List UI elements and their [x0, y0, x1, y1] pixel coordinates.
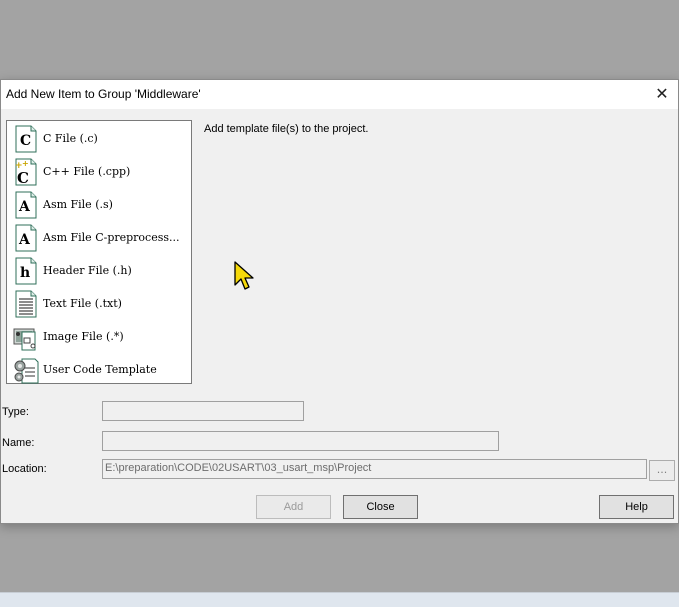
file-type-text[interactable]: Text File (.txt) [9, 288, 189, 320]
asm-preprocess-file-icon: A [15, 224, 37, 252]
file-type-asm-preprocess[interactable]: A Asm File C-preprocess... [9, 222, 189, 254]
dialog-description: Add template file(s) to the project. [204, 123, 369, 135]
text-file-icon [15, 290, 37, 318]
cpp-file-icon: + + C [15, 158, 37, 186]
mouse-cursor-icon [234, 261, 254, 290]
taskbar-strip [0, 592, 679, 607]
type-label: Type: [2, 406, 29, 418]
location-label: Location: [2, 463, 47, 475]
svg-text:A: A [18, 232, 31, 248]
asm-file-icon: A [15, 191, 37, 219]
file-type-label: User Code Template [43, 363, 157, 376]
file-type-label: C++ File (.cpp) [43, 165, 131, 178]
file-type-image[interactable]: Image File (.*) [9, 321, 189, 353]
user-code-template-icon [14, 358, 39, 384]
type-field[interactable] [102, 401, 304, 421]
file-type-asm[interactable]: A Asm File (.s) [9, 189, 189, 221]
location-field[interactable]: E:\preparation\CODE\02USART\03_usart_msp… [102, 459, 647, 479]
help-button[interactable]: Help [599, 495, 674, 519]
svg-text:C: C [17, 169, 29, 186]
header-file-icon: h [15, 257, 37, 285]
dialog-titlebar: Add New Item to Group 'Middleware' ✕ [1, 80, 678, 109]
dialog-title: Add New Item to Group 'Middleware' [6, 87, 201, 101]
file-type-label: Header File (.h) [43, 264, 132, 277]
file-type-c[interactable]: C C File (.c) [9, 123, 189, 155]
file-type-label: Asm File C-preprocess... [43, 231, 180, 244]
file-type-cpp[interactable]: + + C C++ File (.cpp) [9, 156, 189, 188]
svg-text:C: C [20, 133, 31, 149]
file-type-label: Text File (.txt) [43, 297, 122, 310]
name-label: Name: [2, 437, 35, 449]
close-icon[interactable]: ✕ [652, 84, 672, 104]
svg-text:h: h [20, 265, 30, 281]
svg-text:+: + [22, 159, 29, 168]
file-type-label: Image File (.*) [43, 330, 124, 343]
browse-button[interactable]: ... [649, 460, 675, 481]
c-file-icon: C [15, 125, 37, 153]
file-type-list[interactable]: C C File (.c) + + C C++ File (.cpp) A As… [6, 120, 192, 384]
file-type-label: Asm File (.s) [43, 198, 113, 211]
file-type-user-code-template[interactable]: User Code Template [9, 354, 189, 386]
close-button[interactable]: Close [343, 495, 418, 519]
file-type-header[interactable]: h Header File (.h) [9, 255, 189, 287]
svg-text:A: A [18, 199, 31, 215]
add-button[interactable]: Add [256, 495, 331, 519]
name-field[interactable] [102, 431, 499, 451]
file-type-label: C File (.c) [43, 132, 98, 145]
add-new-item-dialog: Add New Item to Group 'Middleware' ✕ C C… [0, 79, 679, 524]
image-file-icon [13, 328, 36, 351]
